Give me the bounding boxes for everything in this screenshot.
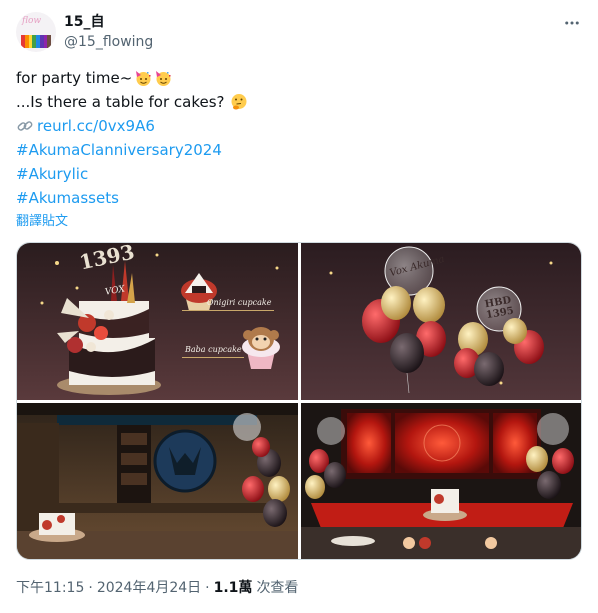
- tweet-time[interactable]: 下午11:15: [16, 578, 84, 598]
- hashtag-line: #Akumassets: [16, 186, 576, 210]
- tweet-meta: 下午11:15 · 2024年4月24日 · 1.1萬 次查看: [16, 578, 298, 598]
- views-count: 1.1萬: [213, 580, 253, 596]
- hashtag-link[interactable]: #Akurylic: [16, 162, 88, 186]
- tweet-line-1: for party time~: [16, 66, 576, 90]
- hashtag-line: #Akurylic: [16, 162, 576, 186]
- link-emoji-icon: [16, 117, 34, 135]
- media-grid: 1393 VOX Onigiri cupcake Baba cupcake Vo…: [16, 242, 582, 560]
- partying-face-emoji-icon: [154, 69, 172, 87]
- tweet-line-text: ...Is there a table for cakes?: [16, 93, 225, 111]
- tweet-date[interactable]: 2024年4月24日: [97, 578, 201, 598]
- hashtag-link[interactable]: #AkumaClanniversary2024: [16, 138, 222, 162]
- tweet-line-text: for party time~: [16, 69, 133, 87]
- tweet-text: for party time~ ...Is there a table for …: [16, 66, 576, 210]
- avatar[interactable]: flow: [16, 12, 56, 52]
- avatar-text: flow: [22, 16, 42, 26]
- party-stage-image[interactable]: [301, 403, 581, 559]
- partying-face-emoji-icon: [134, 69, 152, 87]
- author-handle[interactable]: @15_flowing: [64, 33, 153, 51]
- author-display-name[interactable]: 15_自: [64, 12, 104, 32]
- label-underline: [182, 357, 244, 358]
- more-options-button[interactable]: [559, 10, 585, 36]
- baba-cupcake-label: Baba cupcake: [185, 345, 242, 354]
- hashtag-line: #AkumaClanniversary2024: [16, 138, 576, 162]
- tweet-link-line: reurl.cc/0vx9A6: [16, 114, 576, 138]
- cake-menu-image[interactable]: 1393 VOX Onigiri cupcake Baba cupcake: [17, 243, 298, 400]
- views-label: 次查看: [256, 580, 299, 596]
- tweet-line-2: ...Is there a table for cakes?: [16, 90, 576, 114]
- room-scene-image[interactable]: [17, 403, 298, 559]
- baba-cupcake-graphic: [239, 325, 283, 371]
- translate-post-link[interactable]: 翻譯貼文: [16, 213, 68, 231]
- tweet: flow 15_自 @15_flowing for party time~ ..…: [0, 0, 598, 613]
- avatar-rainbow-stripes: [21, 35, 51, 48]
- thinking-face-emoji-icon: [230, 93, 248, 111]
- balloon-bundle-image[interactable]: Vox Akuma HBD 1395: [301, 243, 581, 400]
- label-underline: [182, 310, 274, 311]
- separator-dot: ·: [88, 580, 93, 596]
- separator-dot: ·: [205, 580, 210, 596]
- onigiri-cupcake-label: Onigiri cupcake: [207, 298, 272, 307]
- more-dots-icon: [565, 21, 579, 25]
- hashtag-link[interactable]: #Akumassets: [16, 186, 119, 210]
- tweet-link[interactable]: reurl.cc/0vx9A6: [37, 114, 155, 138]
